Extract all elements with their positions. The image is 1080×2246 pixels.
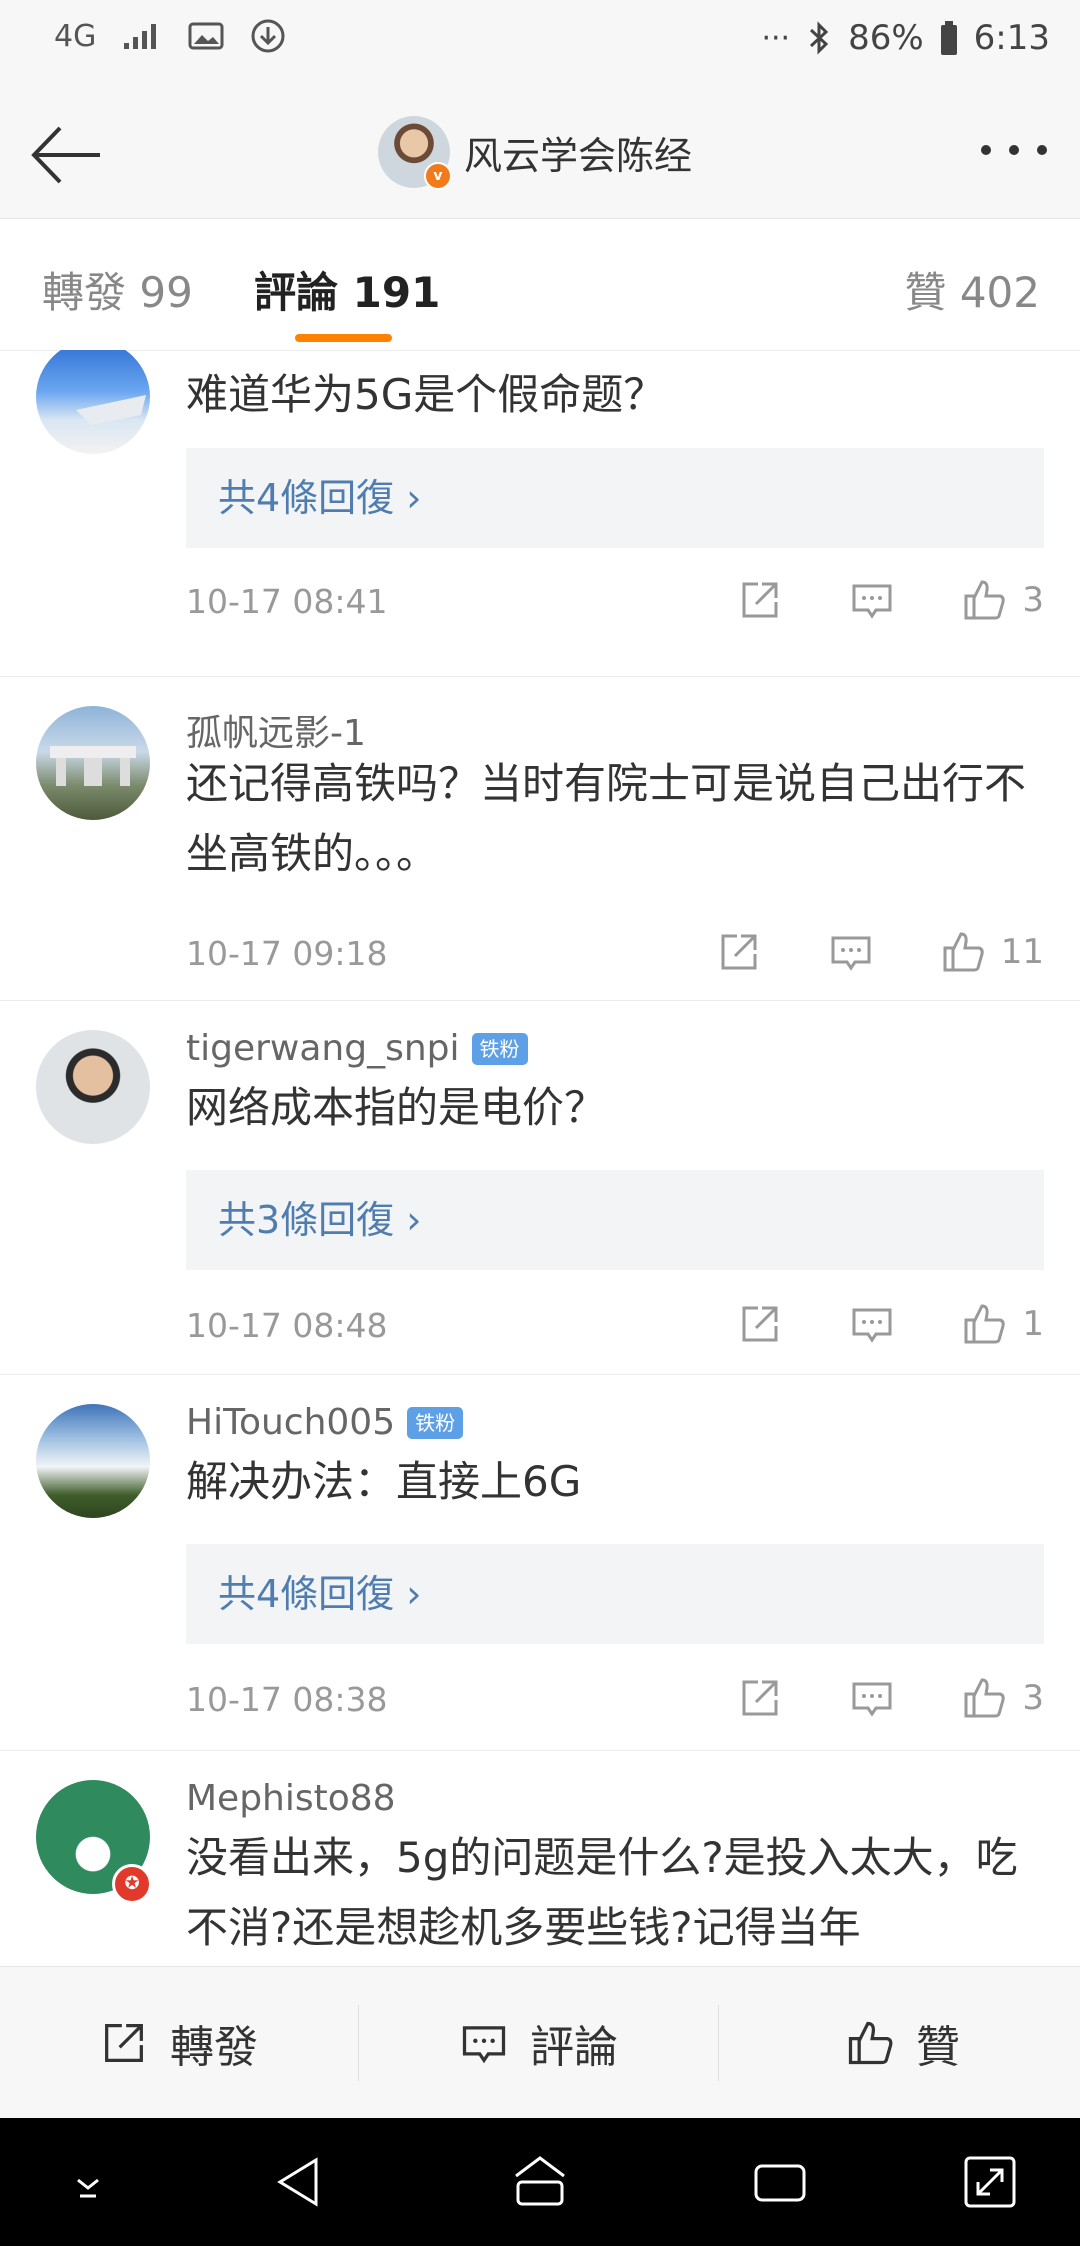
comment-time: 10-17 08:38 [186, 1680, 388, 1719]
comment-username[interactable]: tigerwang_snpi 铁粉 [186, 1028, 528, 1069]
comment-icon[interactable] [827, 928, 875, 976]
comment-text: 难道华为5G是个假命题？ [186, 370, 666, 419]
like-button[interactable]: 贊 [844, 1967, 960, 2119]
clock: 6:13 [973, 18, 1050, 58]
more-dots-icon [981, 145, 1047, 155]
network-type: 4G [54, 18, 97, 54]
comment-text: 没看出来，5g的问题是什么?是投入太大，吃不消?还是想趁机多要些钱?记得当年 [186, 1833, 1018, 1952]
hide-keyboard-icon[interactable] [58, 2152, 118, 2212]
like-icon[interactable] [939, 928, 987, 976]
divider [358, 2005, 359, 2081]
more-button[interactable] [974, 130, 1054, 180]
comment-list[interactable]: lenua521 难道华为5G是个假命题？ 共4條回復 › 10-17 08:4… [0, 350, 1080, 1966]
view-replies-link[interactable]: 共4條回復 › [186, 1544, 1044, 1644]
like-icon[interactable] [960, 576, 1008, 624]
comment-icon[interactable] [848, 1674, 896, 1722]
comment-item: HiTouch005 铁粉 解决办法：直接上6G 共4條回復 › 10-17 0… [0, 1374, 1080, 1751]
comment-item: ✪ Mephisto88 没看出来，5g的问题是什么?是投入太大，吃不消?还是想… [0, 1750, 1080, 1966]
title-bar: v 风云学会陈经 [0, 90, 1080, 219]
battery-percent: 86% [848, 18, 924, 58]
avatar-badge-icon: ✪ [112, 1864, 152, 1904]
nav-home-icon[interactable] [510, 2152, 570, 2212]
comment-icon [462, 2026, 506, 2064]
comment-time: 10-17 09:18 [186, 934, 388, 973]
tab-comments[interactable]: 評論 191 [254, 259, 440, 320]
expand-icon[interactable] [960, 2152, 1020, 2212]
like-icon[interactable] [960, 1300, 1008, 1348]
comment-username[interactable]: Mephisto88 [186, 1778, 396, 1819]
repost-button[interactable]: 轉發 [98, 1967, 258, 2119]
comment-item: tigerwang_snpi 铁粉 网络成本指的是电价？ 共3條回復 › 10-… [0, 1000, 1080, 1375]
repost-icon[interactable] [736, 1300, 784, 1348]
comment-actions: 3 [736, 576, 1044, 624]
status-bar: 4G ··· 86% 6:13 [0, 0, 1080, 90]
comment-username[interactable]: HiTouch005 铁粉 [186, 1402, 464, 1443]
comment-actions: 11 [715, 928, 1044, 976]
repost-icon[interactable] [715, 928, 763, 976]
back-button[interactable] [26, 120, 106, 190]
battery-icon [940, 21, 957, 55]
status-overflow: ··· [761, 20, 791, 56]
like-count: 1 [1022, 1304, 1044, 1344]
nav-recents-icon[interactable] [750, 2152, 810, 2212]
comment-text: 解决办法：直接上6G [186, 1457, 582, 1506]
like-icon[interactable] [960, 1674, 1008, 1722]
download-icon [251, 19, 285, 53]
repost-icon[interactable] [736, 576, 784, 624]
comment-time: 10-17 08:41 [186, 582, 388, 621]
bottom-action-bar: 轉發 評論 贊 [0, 1966, 1080, 2119]
like-icon [848, 2021, 893, 2065]
comment-actions: 1 [736, 1300, 1044, 1348]
comment-text: 网络成本指的是电价？ [186, 1083, 607, 1132]
like-label: 贊 [916, 2022, 960, 2073]
back-arrow-icon [31, 126, 100, 184]
system-navigation-bar [0, 2118, 1080, 2246]
like-count: 11 [1000, 932, 1044, 972]
comment-text: 还记得高铁吗？当时有院士可是说自己出行不坐高铁的。。。 [186, 759, 1027, 878]
image-icon [188, 22, 224, 50]
fan-badge: 铁粉 [407, 1406, 464, 1439]
repost-icon [105, 2024, 143, 2062]
user-avatar[interactable] [36, 1030, 150, 1144]
active-tab-indicator [295, 334, 392, 342]
like-count: 3 [1022, 1678, 1044, 1718]
tab-bar: 轉發 99 評論 191 贊 402 [0, 219, 1080, 351]
title-author[interactable]: v 风云学会陈经 [378, 116, 693, 190]
tab-likes[interactable]: 贊 402 [904, 259, 1040, 320]
user-avatar[interactable] [36, 706, 150, 820]
comment-username[interactable]: lenua521 [186, 350, 355, 355]
comment-label: 評論 [530, 2022, 618, 2073]
tab-repost[interactable]: 轉發 99 [42, 259, 193, 320]
repost-label: 轉發 [170, 2022, 258, 2073]
verified-badge: v [424, 162, 452, 190]
like-count: 3 [1022, 580, 1044, 620]
comment-item: lenua521 难道华为5G是个假命题？ 共4條回復 › 10-17 08:4… [0, 350, 1080, 677]
comment-item: 孤帆远影-1 还记得高铁吗？当时有院士可是说自己出行不坐高铁的。。。 10-17… [0, 676, 1080, 1001]
view-replies-link[interactable]: 共4條回復 › [186, 448, 1044, 548]
repost-icon[interactable] [736, 1674, 784, 1722]
comment-icon[interactable] [848, 576, 896, 624]
comment-icon[interactable] [848, 1300, 896, 1348]
author-avatar[interactable]: v [378, 116, 452, 190]
comment-time: 10-17 08:48 [186, 1306, 388, 1345]
divider [718, 2005, 719, 2081]
bluetooth-icon [810, 21, 829, 55]
user-avatar[interactable] [36, 1404, 150, 1518]
page-title: 风云学会陈经 [464, 133, 693, 178]
comment-button[interactable]: 評論 [458, 1967, 618, 2119]
signal-icon [124, 24, 157, 49]
user-avatar[interactable] [36, 350, 150, 454]
view-replies-link[interactable]: 共3條回復 › [186, 1170, 1044, 1270]
fan-badge: 铁粉 [471, 1032, 528, 1065]
comment-actions: 3 [736, 1674, 1044, 1722]
nav-back-icon[interactable] [270, 2152, 330, 2212]
